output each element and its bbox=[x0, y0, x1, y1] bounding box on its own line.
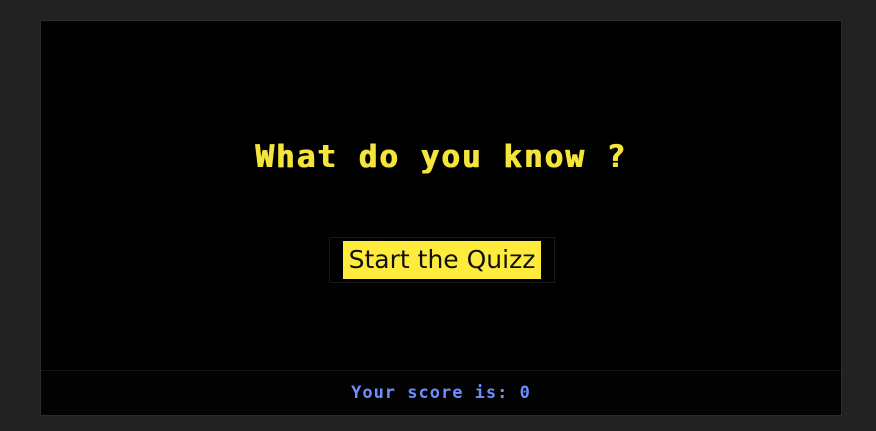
start-quiz-label: Start the Quizz bbox=[342, 241, 542, 279]
start-quiz-button[interactable]: Start the Quizz bbox=[329, 237, 555, 283]
score-value: 0 bbox=[519, 383, 531, 403]
score-label: Your score is: bbox=[351, 383, 509, 403]
quiz-title: What do you know ? bbox=[255, 139, 627, 175]
score-bar: Your score is: 0 bbox=[41, 370, 841, 415]
game-container: What do you know ? Start the Quizz Your … bbox=[41, 21, 841, 415]
